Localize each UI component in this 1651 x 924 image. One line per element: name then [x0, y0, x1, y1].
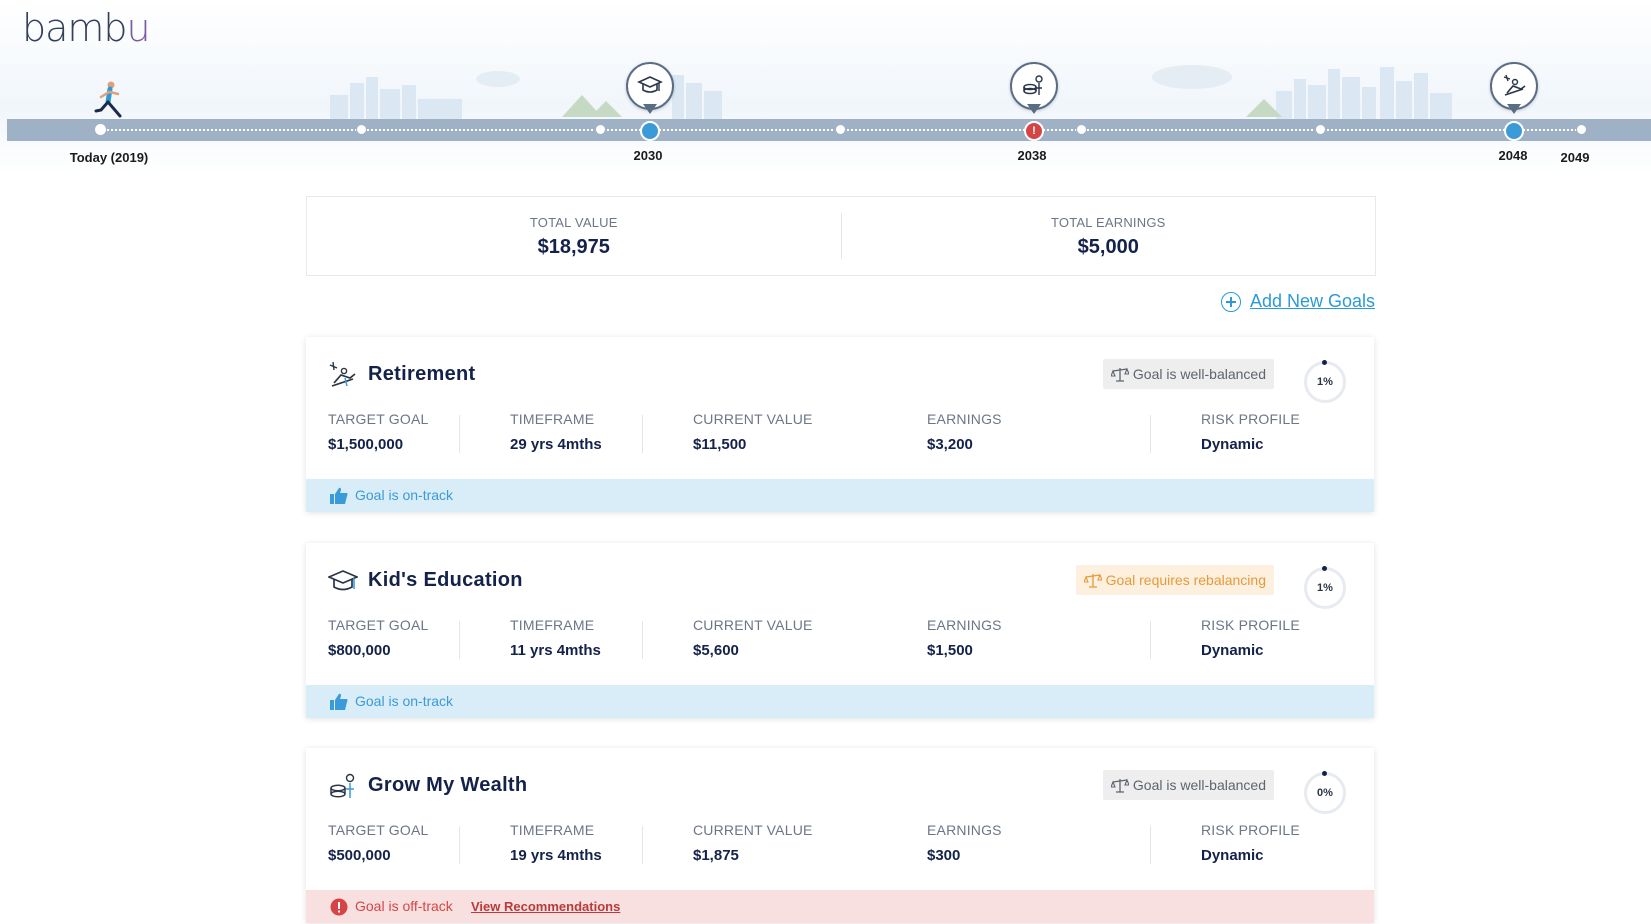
- goal-card-retirement[interactable]: Retirement Goal is well-balanced 1% TARG…: [306, 337, 1374, 512]
- stat-divider: [459, 415, 460, 453]
- goal-track-status: Goal is on-track: [306, 685, 1374, 718]
- stat-current-value: CURRENT VALUE $5,600: [693, 617, 813, 659]
- goal-title: Kid's Education: [368, 569, 523, 591]
- total-value-label: TOTAL VALUE: [529, 215, 618, 230]
- scale-icon: [1083, 573, 1102, 588]
- stat-target-goal: TARGET GOAL $1,500,000: [328, 411, 429, 453]
- stat-divider: [1150, 415, 1151, 453]
- beach-chair-icon: [329, 361, 356, 387]
- stat-divider: [459, 826, 460, 864]
- beach-chair-icon: [1503, 74, 1526, 96]
- thumbs-up-icon: [330, 693, 348, 710]
- stat-risk-profile: RISK PROFILE Dynamic: [1201, 411, 1300, 453]
- timeline-node: [1315, 124, 1326, 135]
- balance-status-badge: Goal is well-balanced: [1102, 770, 1274, 800]
- stat-earnings: EARNINGS $300: [927, 822, 1002, 864]
- add-circle-icon: [1220, 291, 1241, 312]
- stat-target-goal: TARGET GOAL $500,000: [328, 822, 429, 864]
- progress-ring: 1%: [1304, 566, 1346, 609]
- stat-earnings: EARNINGS $1,500: [927, 617, 1002, 659]
- goal-stats: TARGET GOAL $1,500,000 TIMEFRAME 29 yrs …: [306, 411, 1374, 479]
- stat-divider: [1150, 826, 1151, 864]
- stat-current-value: CURRENT VALUE $1,875: [693, 822, 813, 864]
- stat-timeframe: TIMEFRAME 19 yrs 4mths: [510, 822, 602, 864]
- stat-risk-profile: RISK PROFILE Dynamic: [1201, 617, 1300, 659]
- view-recommendations-link[interactable]: View Recommendations: [471, 899, 620, 914]
- bambu-logo[interactable]: bambu: [22, 6, 151, 50]
- alert-icon: !: [1032, 125, 1036, 137]
- timeline-label-2030: 2030: [633, 148, 663, 163]
- thumbs-up-icon: [330, 487, 348, 504]
- scale-icon: [1110, 367, 1129, 382]
- progress-ring: 1%: [1304, 360, 1346, 403]
- milestone-node-on-track[interactable]: [640, 121, 660, 141]
- add-new-goals-link[interactable]: Add New Goals: [1220, 291, 1375, 312]
- stat-divider: [1150, 621, 1151, 659]
- timeline-label-today: Today (2019): [69, 150, 149, 165]
- portfolio-summary: TOTAL VALUE $18,975 TOTAL EARNINGS $5,00…: [306, 196, 1376, 276]
- stat-divider: [642, 415, 643, 453]
- timeline-label-2049: 2049: [1560, 150, 1590, 165]
- progress-percent: 1%: [1317, 376, 1333, 388]
- balance-status-badge: Goal is well-balanced: [1102, 359, 1274, 389]
- stat-divider: [459, 621, 460, 659]
- stat-risk-profile: RISK PROFILE Dynamic: [1201, 822, 1300, 864]
- goal-track-status: Goal is off-track View Recommendations: [306, 890, 1374, 923]
- stat-divider: [642, 826, 643, 864]
- coins-growth-icon: [1023, 75, 1043, 95]
- goal-stats: TARGET GOAL $500,000 TIMEFRAME 19 yrs 4m…: [306, 822, 1374, 890]
- timeline-label-2038: 2038: [1017, 148, 1047, 163]
- milestone-pin-retirement[interactable]: [1490, 62, 1538, 114]
- goal-stats: TARGET GOAL $800,000 TIMEFRAME 11 yrs 4m…: [306, 617, 1374, 685]
- coins-growth-icon: [330, 773, 355, 798]
- stat-current-value: CURRENT VALUE $11,500: [693, 411, 813, 453]
- graduation-cap-icon: [637, 76, 663, 93]
- progress-percent: 0%: [1317, 787, 1333, 799]
- timeline-node: [356, 124, 367, 135]
- milestone-node-off-track[interactable]: !: [1024, 121, 1044, 141]
- milestone-pin-wealth[interactable]: [1010, 62, 1058, 114]
- timeline-node-end: [1576, 124, 1587, 135]
- balance-status-badge[interactable]: Goal requires rebalancing: [1075, 565, 1274, 595]
- goal-card-kids-education[interactable]: Kid's Education Goal requires rebalancin…: [306, 543, 1374, 718]
- graduation-cap-icon: [328, 570, 358, 591]
- total-earnings-label: TOTAL EARNINGS: [1050, 215, 1166, 230]
- timeline-node: [1076, 124, 1087, 135]
- timeline-header: bambu ⋮: [0, 0, 1651, 176]
- goal-title: Retirement: [368, 363, 476, 385]
- goal-track-status: Goal is on-track: [306, 479, 1374, 512]
- total-value-amount: $18,975: [537, 236, 610, 258]
- alert-circle-icon: [330, 898, 348, 916]
- progress-percent: 1%: [1317, 582, 1333, 594]
- goal-title: Grow My Wealth: [368, 774, 528, 796]
- goal-card-grow-my-wealth[interactable]: Grow My Wealth Goal is well-balanced 0% …: [306, 748, 1374, 923]
- milestone-pin-education[interactable]: [626, 62, 674, 114]
- progress-ring: 0%: [1304, 771, 1346, 814]
- timeline-node: [835, 124, 846, 135]
- total-earnings: TOTAL EARNINGS $5,000: [842, 197, 1376, 275]
- stat-earnings: EARNINGS $3,200: [927, 411, 1002, 453]
- stat-timeframe: TIMEFRAME 11 yrs 4mths: [510, 617, 601, 659]
- stat-divider: [642, 621, 643, 659]
- scale-icon: [1110, 778, 1129, 793]
- timeline-node: [595, 124, 606, 135]
- runner-icon: [94, 81, 122, 118]
- total-earnings-amount: $5,000: [1077, 236, 1139, 258]
- timeline-node-today: [95, 124, 106, 135]
- total-value: TOTAL VALUE $18,975: [307, 197, 841, 275]
- more-menu-icon[interactable]: ⋮: [1645, 20, 1651, 40]
- stat-timeframe: TIMEFRAME 29 yrs 4mths: [510, 411, 602, 453]
- stat-target-goal: TARGET GOAL $800,000: [328, 617, 429, 659]
- timeline-label-2048: 2048: [1498, 148, 1528, 163]
- milestone-node-on-track[interactable]: [1504, 121, 1524, 141]
